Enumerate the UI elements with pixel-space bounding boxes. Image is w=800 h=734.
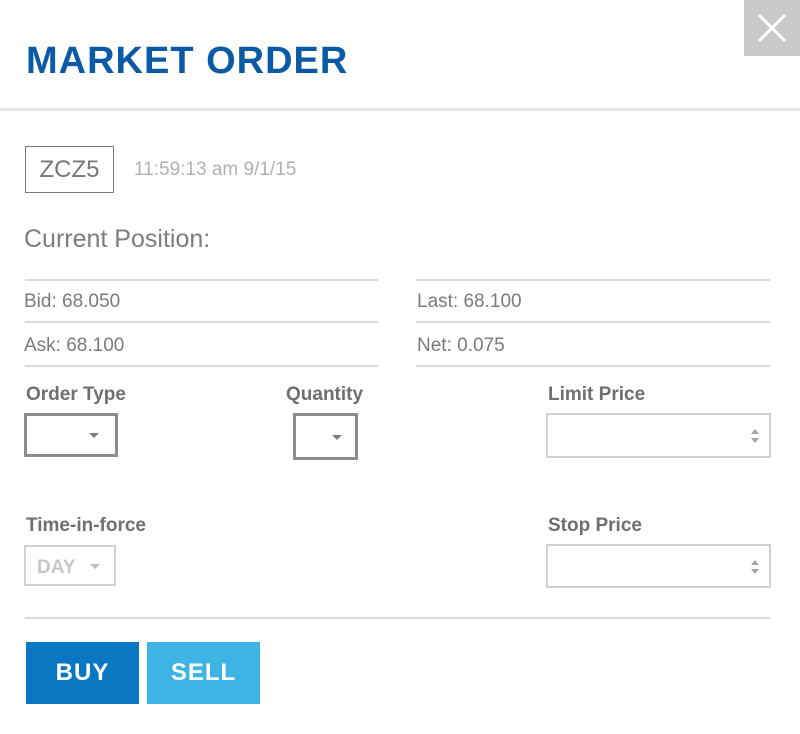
time-in-force-value: DAY — [37, 557, 76, 578]
quote-divider — [416, 279, 770, 281]
last-price: Last: 68.100 — [417, 291, 522, 312]
spin-down-icon[interactable] — [751, 569, 759, 574]
time-in-force-select[interactable]: DAY — [24, 545, 116, 586]
close-button[interactable] — [744, 0, 800, 56]
spin-up-icon[interactable] — [751, 429, 759, 434]
limit-price-stepper[interactable] — [546, 413, 771, 458]
close-icon — [757, 13, 787, 43]
quantity-label: Quantity — [286, 384, 364, 405]
quote-divider — [416, 321, 770, 323]
dialog-title: MARKET ORDER — [26, 40, 349, 82]
quote-divider — [25, 365, 378, 367]
chevron-down-icon — [89, 433, 99, 438]
quote-divider — [25, 279, 378, 281]
buy-button[interactable]: BUY — [26, 642, 139, 704]
stop-price-label: Stop Price — [548, 515, 642, 536]
order-type-select[interactable] — [24, 413, 118, 457]
limit-price-input[interactable] — [548, 415, 738, 456]
chevron-down-icon — [332, 435, 342, 440]
spin-up-icon[interactable] — [751, 560, 759, 565]
quote-divider — [416, 365, 770, 367]
spin-down-icon[interactable] — [751, 438, 759, 443]
header-divider — [0, 108, 800, 111]
chevron-down-icon — [90, 564, 100, 569]
stop-price-stepper[interactable] — [546, 544, 771, 588]
stop-price-input[interactable] — [548, 546, 738, 586]
time-in-force-label: Time-in-force — [26, 515, 147, 536]
limit-price-label: Limit Price — [548, 384, 646, 405]
order-type-label: Order Type — [26, 384, 126, 405]
sell-button[interactable]: SELL — [147, 642, 260, 704]
symbol-badge: ZCZ5 — [25, 146, 114, 193]
quote-divider — [25, 321, 378, 323]
ask-price: Ask: 68.100 — [24, 335, 125, 356]
quantity-select[interactable] — [293, 413, 358, 460]
form-divider — [25, 617, 770, 619]
quote-timestamp: 11:59:13 am 9/1/15 — [134, 159, 297, 180]
current-position-heading: Current Position: — [24, 225, 211, 253]
net-change: Net: 0.075 — [417, 335, 505, 356]
bid-price: Bid: 68.050 — [24, 291, 121, 312]
